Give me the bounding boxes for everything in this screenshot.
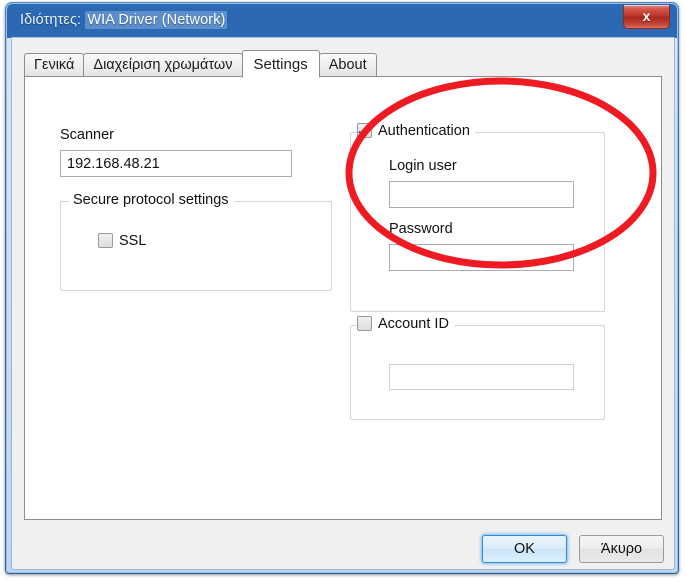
account-id-caption-row[interactable]: Account ID <box>357 316 454 332</box>
account-id-checkbox[interactable] <box>357 316 372 331</box>
authentication-group: Authentication Login user Password <box>350 123 605 312</box>
scanner-label: Scanner <box>60 127 115 143</box>
authentication-checkbox[interactable] <box>357 123 372 138</box>
password-label: Password <box>389 221 453 237</box>
tab-about[interactable]: About <box>318 53 377 77</box>
account-id-caption: Account ID <box>378 316 449 332</box>
login-user-input[interactable] <box>389 181 574 208</box>
tab-label: Διαχείριση χρωμάτων <box>93 57 233 73</box>
tab-label: About <box>328 57 367 73</box>
dialog-client-area: Γενικά Διαχείριση χρωμάτων Settings Abou… <box>11 37 675 570</box>
account-id-group: Account ID <box>350 316 605 420</box>
tab-strip: Γενικά Διαχείριση χρωμάτων Settings Abou… <box>24 50 377 79</box>
properties-dialog-window: Ιδιότητες: WIA Driver (Network) x Γενικά… <box>5 2 679 574</box>
ssl-label: SSL <box>119 233 147 249</box>
ok-button[interactable]: OK <box>482 535 567 563</box>
password-input[interactable] <box>389 244 574 271</box>
window-inner-frame: Ιδιότητες: WIA Driver (Network) x Γενικά… <box>6 3 678 573</box>
window-title: Ιδιότητες: WIA Driver (Network) <box>20 11 228 29</box>
account-id-input[interactable] <box>389 364 574 390</box>
scanner-input[interactable] <box>60 150 292 177</box>
tab-color-management[interactable]: Διαχείριση χρωμάτων <box>83 53 243 77</box>
tab-settings[interactable]: Settings <box>241 50 320 78</box>
authentication-caption-row[interactable]: Authentication <box>357 123 475 139</box>
close-button[interactable]: x <box>623 5 670 29</box>
window-title-document: WIA Driver (Network) <box>85 11 228 29</box>
tab-label: Settings <box>253 56 308 73</box>
secure-protocol-group: Secure protocol settings SSL <box>60 192 332 291</box>
cancel-button[interactable]: Άκυρο <box>579 535 664 563</box>
ssl-checkbox[interactable] <box>98 233 113 248</box>
tab-genika[interactable]: Γενικά <box>24 53 85 77</box>
ssl-checkbox-row[interactable]: SSL <box>98 233 146 249</box>
authentication-caption: Authentication <box>378 123 470 139</box>
close-icon: x <box>642 8 651 24</box>
login-user-label: Login user <box>389 158 457 174</box>
tab-label: Γενικά <box>34 57 75 73</box>
title-bar: Ιδιότητες: WIA Driver (Network) x <box>7 4 677 38</box>
settings-tab-panel: Scanner Secure protocol settings SSL Aut… <box>24 76 662 520</box>
secure-protocol-caption: Secure protocol settings <box>69 192 234 208</box>
window-title-prefix: Ιδιότητες: <box>20 12 82 28</box>
